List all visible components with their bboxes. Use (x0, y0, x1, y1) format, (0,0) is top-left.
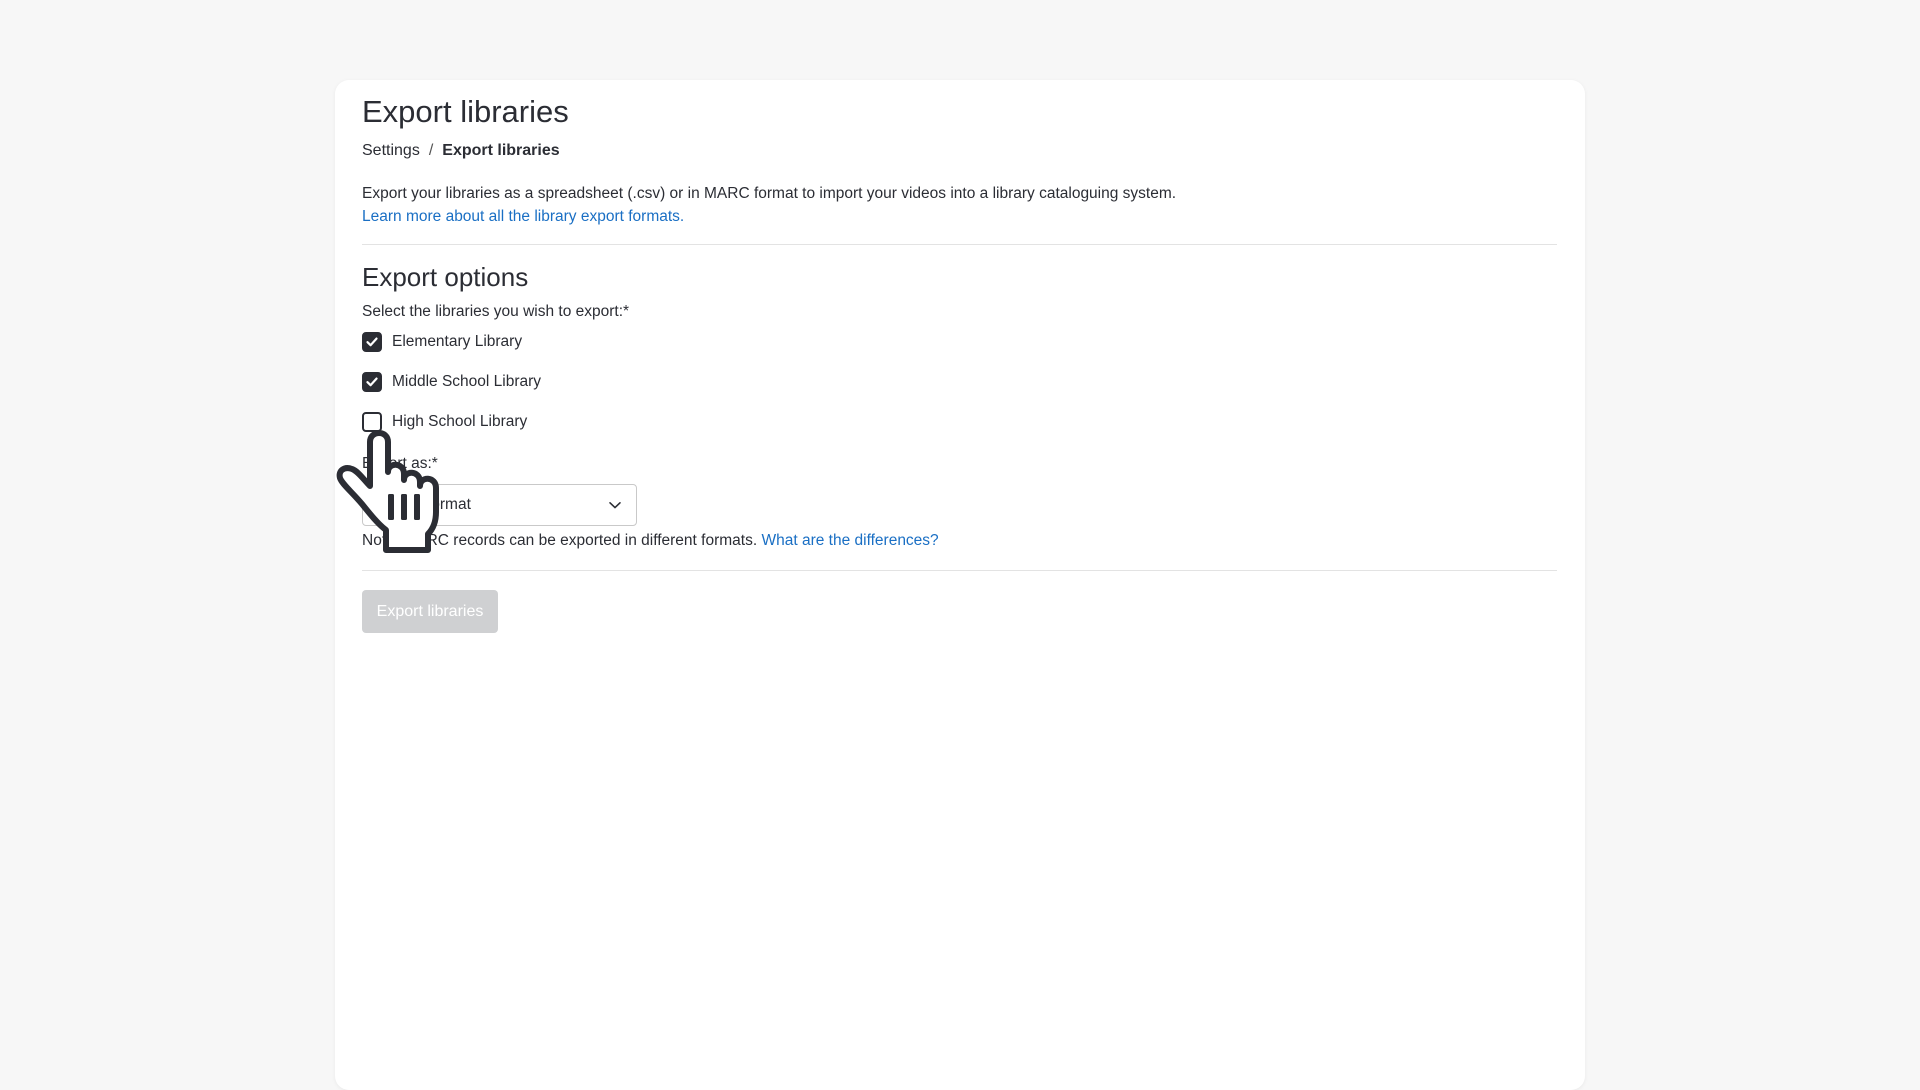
intro-description: Export your libraries as a spreadsheet (… (362, 185, 1177, 202)
library-option-elementary[interactable]: Elementary Library (362, 332, 522, 352)
library-option-middle-school[interactable]: Middle School Library (362, 372, 541, 392)
learn-more-link[interactable]: Learn more about all the library export … (362, 208, 684, 225)
breadcrumb-separator: / (428, 142, 434, 159)
high-school-library-checkbox[interactable] (362, 412, 382, 432)
breadcrumb: Settings / Export libraries (362, 142, 560, 160)
export-libraries-card: Export libraries Settings / Export libra… (335, 80, 1585, 1090)
breadcrumb-current: Export libraries (442, 142, 560, 159)
actions-divider (362, 570, 1557, 571)
breadcrumb-settings-link[interactable]: Settings (362, 142, 420, 160)
elementary-library-checkbox[interactable] (362, 332, 382, 352)
library-option-high-school[interactable]: High School Library (362, 412, 527, 432)
chevron-down-icon (609, 502, 621, 509)
high-school-library-label: High School Library (392, 413, 528, 430)
page-title: Export libraries (362, 94, 569, 129)
intro-text-block: Export your libraries as a spreadsheet (… (362, 182, 1176, 228)
checkmark-icon (366, 337, 378, 347)
middle-school-library-checkbox[interactable] (362, 372, 382, 392)
export-libraries-button[interactable]: Export libraries (362, 590, 498, 633)
middle-school-library-label: Middle School Library (392, 373, 542, 390)
format-help-note: Note: MARC records can be exported in di… (362, 532, 758, 549)
format-help-text: Note: MARC records can be exported in di… (362, 532, 939, 550)
libraries-field-label: Select the libraries you wish to export:… (362, 303, 630, 320)
export-format-select[interactable]: MARC format (362, 484, 637, 526)
checkmark-icon (366, 377, 378, 387)
export-as-field-label: Export as:* (362, 455, 438, 472)
export-options-heading: Export options (362, 262, 529, 292)
format-differences-link[interactable]: What are the differences? (761, 532, 938, 549)
elementary-library-label: Elementary Library (392, 333, 523, 350)
section-divider (362, 244, 1557, 245)
export-format-selected-value: MARC format (377, 496, 471, 513)
